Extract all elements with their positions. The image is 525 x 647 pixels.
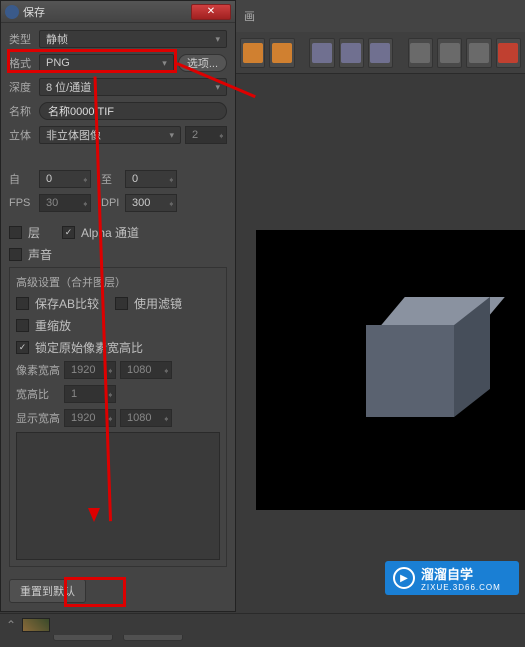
pixel-width-input[interactable]: 1920 xyxy=(64,361,116,379)
to-label: 至 xyxy=(101,171,125,187)
advanced-title: 高级设置（合并图层） xyxy=(16,274,220,290)
rescale-label: 重缩放 xyxy=(35,317,71,334)
pixel-wh-label: 像素宽高 xyxy=(16,362,64,378)
tool-button-1[interactable] xyxy=(240,38,265,68)
close-button[interactable]: ✕ xyxy=(191,4,231,20)
use-filter-checkbox[interactable] xyxy=(115,297,128,310)
fps-input[interactable]: 30 xyxy=(39,194,91,212)
options-button[interactable]: 选项... xyxy=(178,54,227,72)
save-dialog: 保存 ✕ 类型 静帧 格式 PNG 选项... 深度 8 位/通道 名称 名称0… xyxy=(0,0,236,612)
use-filter-label: 使用滤镜 xyxy=(134,295,182,312)
arrow-head-icon xyxy=(88,508,100,522)
pixel-height-input[interactable]: 1080 xyxy=(120,361,172,379)
tool-button-8[interactable] xyxy=(466,38,491,68)
name-input[interactable]: 名称0000.TIF xyxy=(39,102,227,120)
alpha-checkbox[interactable] xyxy=(62,226,75,239)
stereo-dropdown[interactable]: 非立体图像 xyxy=(39,126,181,144)
layers-label: 层 xyxy=(28,224,40,241)
chevron-up-icon[interactable]: ⌃ xyxy=(6,618,16,632)
rescale-checkbox[interactable] xyxy=(16,319,29,332)
to-input[interactable]: 0 xyxy=(125,170,177,188)
watermark-badge: ▶ 溜溜自学 ZIXUE.3D66.COM xyxy=(385,561,519,595)
fps-label: FPS xyxy=(9,197,39,209)
dpi-label: DPI xyxy=(101,197,125,209)
toolbar xyxy=(236,32,525,74)
tool-button-3[interactable] xyxy=(309,38,334,68)
reset-button[interactable]: 重置到默认 xyxy=(9,579,86,603)
dialog-title: 保存 xyxy=(23,4,191,20)
material-swatch[interactable] xyxy=(22,618,50,632)
menu-item[interactable]: 画 xyxy=(244,8,255,24)
play-icon: ▶ xyxy=(393,567,415,589)
tool-button-9[interactable] xyxy=(496,38,521,68)
stereo-label: 立体 xyxy=(9,127,39,143)
stereo-count-input[interactable]: 2 xyxy=(185,126,227,144)
lock-ratio-label: 锁定原始像素宽高比 xyxy=(35,339,143,356)
format-label: 格式 xyxy=(9,55,39,71)
tool-button-2[interactable] xyxy=(269,38,294,68)
sound-label: 声音 xyxy=(28,246,52,263)
keep-ab-checkbox[interactable] xyxy=(16,297,29,310)
type-dropdown[interactable]: 静帧 xyxy=(39,30,227,48)
cube-object xyxy=(366,315,466,415)
tool-button-6[interactable] xyxy=(408,38,433,68)
type-label: 类型 xyxy=(9,31,39,47)
from-input[interactable]: 0 xyxy=(39,170,91,188)
status-bar: ⌃ xyxy=(0,613,525,635)
watermark-url: ZIXUE.3D66.COM xyxy=(421,583,501,592)
display-wh-label: 显示宽高 xyxy=(16,410,64,426)
keep-ab-label: 保存AB比较 xyxy=(35,295,99,312)
display-height-input[interactable]: 1080 xyxy=(120,409,172,427)
aspect-input[interactable]: 1 xyxy=(64,385,116,403)
layers-checkbox[interactable] xyxy=(9,226,22,239)
menu-bar: 画 xyxy=(236,0,525,32)
alpha-label: Alpha 通道 xyxy=(81,224,139,241)
app-icon xyxy=(5,5,19,19)
tool-button-4[interactable] xyxy=(339,38,364,68)
preview-area xyxy=(16,432,220,560)
render-preview xyxy=(256,230,525,510)
aspect-label: 宽高比 xyxy=(16,386,64,402)
name-label: 名称 xyxy=(9,103,39,119)
depth-dropdown[interactable]: 8 位/通道 xyxy=(39,78,227,96)
dpi-input[interactable]: 300 xyxy=(125,194,177,212)
watermark-brand: 溜溜自学 xyxy=(421,564,501,583)
main-viewport: 画 ▶ 溜溜自学 ZIXUE.3D66.COM xyxy=(236,0,525,635)
sound-checkbox[interactable] xyxy=(9,248,22,261)
advanced-fieldset: 高级设置（合并图层） 保存AB比较 使用滤镜 重缩放 锁定原始像素宽高比 像素宽… xyxy=(9,267,227,567)
tool-button-7[interactable] xyxy=(437,38,462,68)
lock-ratio-checkbox[interactable] xyxy=(16,341,29,354)
tool-button-5[interactable] xyxy=(368,38,393,68)
depth-label: 深度 xyxy=(9,79,39,95)
format-dropdown[interactable]: PNG xyxy=(39,54,174,72)
close-icon: ✕ xyxy=(207,6,215,17)
dialog-titlebar: 保存 ✕ xyxy=(1,1,235,23)
from-label: 自 xyxy=(9,171,39,187)
